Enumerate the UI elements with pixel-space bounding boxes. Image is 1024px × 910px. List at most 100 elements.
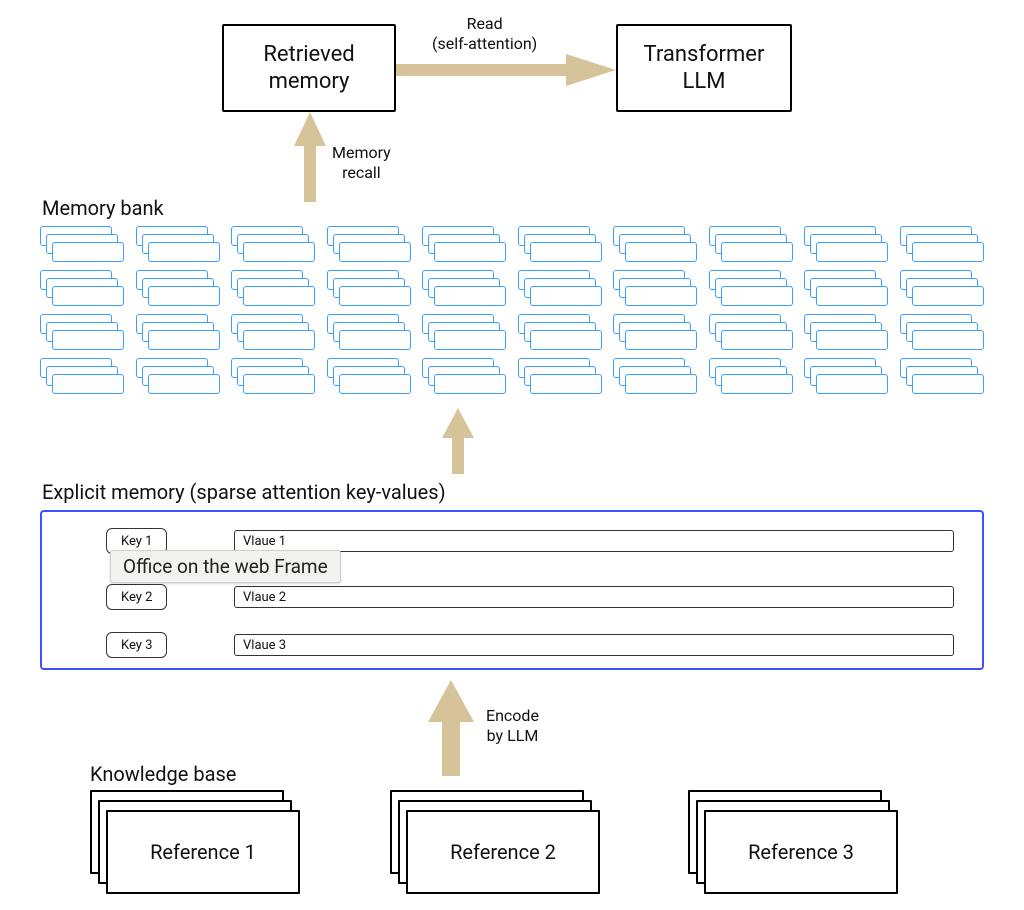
memory-tile-group	[900, 226, 984, 262]
arrow-read-label: Read(self-attention)	[432, 14, 537, 54]
memory-tile	[816, 330, 888, 350]
memory-tile	[52, 286, 124, 306]
memory-tile-group	[804, 226, 888, 262]
memory-tile-group	[136, 314, 220, 350]
memory-tile-group	[709, 358, 793, 394]
retrieved-memory-box: Retrievedmemory	[222, 24, 396, 112]
memory-tile-group	[136, 270, 220, 306]
memory-tile	[912, 242, 984, 262]
memory-bank-row	[40, 358, 984, 400]
memory-tile	[721, 330, 793, 350]
memory-tile	[339, 286, 411, 306]
memory-tile-group	[231, 358, 315, 394]
memory-tile	[52, 242, 124, 262]
memory-tile	[52, 374, 124, 394]
section-memory-bank: Memory bank	[42, 196, 164, 220]
memory-bank-grid	[40, 226, 984, 402]
memory-tile	[243, 242, 315, 262]
memory-tile	[434, 374, 506, 394]
memory-tile-group	[900, 358, 984, 394]
memory-tile-group	[327, 358, 411, 394]
arrow-encode	[424, 680, 478, 776]
memory-tile-group	[40, 270, 124, 306]
ref-card-front: Reference 1	[106, 810, 300, 894]
memory-tile-group	[40, 358, 124, 394]
memory-tile	[721, 242, 793, 262]
memory-tile-group	[804, 358, 888, 394]
section-knowledge-base: Knowledge base	[90, 762, 236, 786]
memory-tile	[434, 286, 506, 306]
memory-tile	[148, 242, 220, 262]
memory-tile-group	[709, 314, 793, 350]
memory-tile	[721, 286, 793, 306]
memory-tile	[625, 286, 697, 306]
memory-tile	[530, 286, 602, 306]
memory-bank-row	[40, 270, 984, 312]
memory-tile-group	[900, 270, 984, 306]
ref-stack-3: Reference 3	[688, 790, 898, 900]
memory-tile	[816, 286, 888, 306]
memory-tile-group	[136, 358, 220, 394]
section-explicit-memory: Explicit memory (sparse attention key-va…	[42, 480, 446, 504]
memory-tile	[625, 374, 697, 394]
memory-tile-group	[613, 226, 697, 262]
memory-tile-group	[518, 270, 602, 306]
memory-tile-group	[804, 270, 888, 306]
memory-tile-group	[613, 314, 697, 350]
diagram-canvas: Retrievedmemory TransformerLLM Read(self…	[0, 0, 1024, 910]
retrieved-memory-label: Retrievedmemory	[263, 41, 354, 96]
memory-bank-row	[40, 226, 984, 268]
memory-tile-group	[709, 270, 793, 306]
memory-tile-group	[613, 270, 697, 306]
memory-tile-group	[422, 314, 506, 350]
memory-tile	[530, 330, 602, 350]
memory-tile-group	[231, 226, 315, 262]
ref-card-front: Reference 3	[704, 810, 898, 894]
memory-tile	[625, 242, 697, 262]
memory-tile	[530, 242, 602, 262]
memory-tile	[434, 242, 506, 262]
explicit-memory-panel: Key 1 Vlaue 1 Key 2 Vlaue 2 Key 3 Vlaue …	[40, 510, 984, 670]
memory-tile	[243, 374, 315, 394]
arrow-read	[396, 50, 616, 90]
transformer-llm-box: TransformerLLM	[616, 24, 792, 112]
value-bar-2: Vlaue 2	[234, 586, 954, 608]
value-bar-1: Vlaue 1	[234, 530, 954, 552]
ref-card-front: Reference 2	[406, 810, 600, 894]
memory-tile-group	[422, 226, 506, 262]
memory-tile	[339, 374, 411, 394]
memory-tile	[434, 330, 506, 350]
memory-tile	[148, 286, 220, 306]
memory-bank-row	[40, 314, 984, 356]
memory-tile-group	[136, 226, 220, 262]
memory-tile	[243, 286, 315, 306]
value-bar-3: Vlaue 3	[234, 634, 954, 656]
memory-tile-group	[804, 314, 888, 350]
memory-tile	[912, 286, 984, 306]
memory-tile	[52, 330, 124, 350]
memory-tile-group	[327, 270, 411, 306]
memory-tile	[816, 374, 888, 394]
arrow-memory-recall-label: Memoryrecall	[332, 143, 391, 183]
memory-tile-group	[231, 270, 315, 306]
memory-tile	[816, 242, 888, 262]
memory-tile-group	[231, 314, 315, 350]
arrow-encode-label: Encodeby LLM	[486, 706, 539, 746]
memory-tile	[912, 374, 984, 394]
ref-stack-1: Reference 1	[90, 790, 300, 900]
transformer-llm-label: TransformerLLM	[644, 41, 765, 96]
arrow-up-to-bank	[438, 408, 478, 474]
memory-tile-group	[327, 226, 411, 262]
tooltip-office-frame: Office on the web Frame	[110, 550, 341, 583]
ref-stack-2: Reference 2	[390, 790, 600, 900]
memory-tile	[912, 330, 984, 350]
key-chip-2: Key 2	[106, 584, 167, 610]
memory-tile	[721, 374, 793, 394]
memory-tile-group	[40, 314, 124, 350]
memory-tile-group	[327, 314, 411, 350]
memory-tile	[339, 242, 411, 262]
memory-tile	[148, 330, 220, 350]
memory-tile-group	[518, 358, 602, 394]
memory-tile	[243, 330, 315, 350]
arrow-memory-recall	[290, 112, 330, 202]
